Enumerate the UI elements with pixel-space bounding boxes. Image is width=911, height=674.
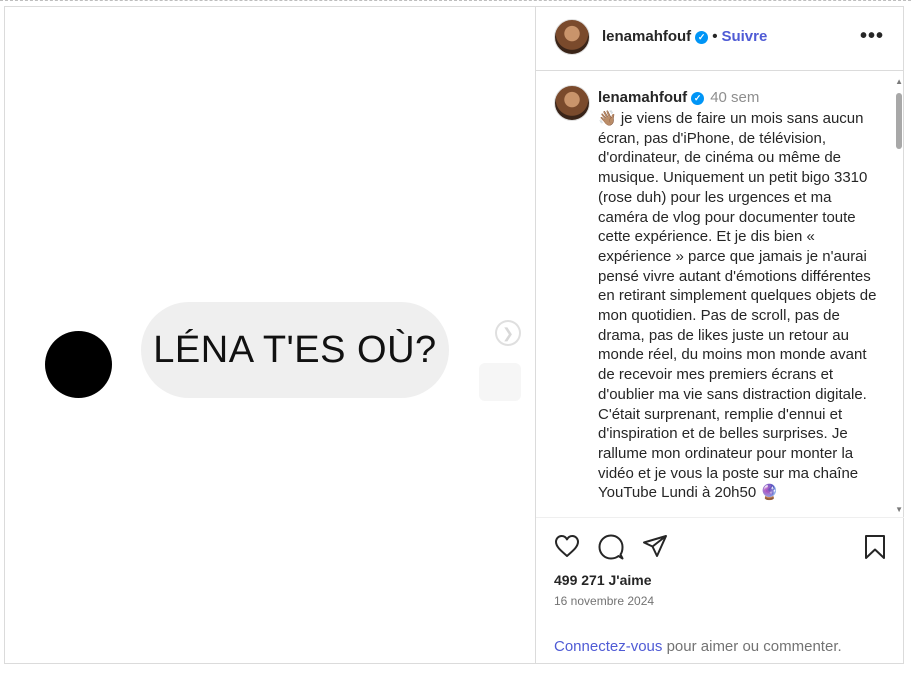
chevron-right-icon: ❯: [502, 324, 514, 341]
login-prompt: Connectez-vous pour aimer ou commenter.: [554, 638, 842, 655]
post-media: LÉNA T'ES OÙ? ❯: [5, 7, 536, 663]
header-user-line: lenamahfouf ✓ • Suivre: [602, 28, 767, 45]
scroll-up-arrow-icon[interactable]: ▲: [895, 77, 903, 86]
faint-overlay: [479, 363, 521, 401]
message-bubble: LÉNA T'ES OÙ?: [141, 302, 449, 398]
login-prompt-text: pour aimer ou commenter.: [662, 638, 842, 655]
caption-area: lenamahfouf ✓ 40 sem 👋🏽 je viens de faire …: [536, 71, 904, 517]
verified-badge-icon: ✓: [695, 31, 709, 44]
separator-dot: •: [712, 28, 718, 45]
login-link[interactable]: Connectez-vous: [554, 638, 662, 655]
verified-badge-icon: ✓: [691, 92, 705, 105]
bookmark-icon[interactable]: [864, 534, 886, 560]
black-circle-avatar: [45, 331, 112, 398]
message-bubble-text: LÉNA T'ES OÙ?: [153, 328, 437, 371]
follow-button[interactable]: Suivre: [721, 28, 767, 45]
header-username[interactable]: lenamahfouf: [602, 28, 691, 45]
comment-icon[interactable]: [598, 534, 624, 560]
page-top-border: [0, 0, 911, 1]
post-header: lenamahfouf ✓ • Suivre •••: [536, 7, 904, 71]
scroll-thumb[interactable]: [896, 93, 902, 149]
likes-count[interactable]: 499 271 J'aime: [554, 572, 652, 588]
post-actions: 499 271 J'aime 16 novembre 2024 Connecte…: [536, 517, 904, 664]
more-options-icon[interactable]: •••: [860, 25, 884, 48]
post-dialog: LÉNA T'ES OÙ? ❯ lenamahfouf ✓ • Suivre ••• …: [4, 6, 904, 664]
caption-time[interactable]: 40 sem: [710, 89, 759, 106]
next-media-button[interactable]: ❯: [495, 320, 521, 346]
caption-scrollbar[interactable]: ▲ ▼: [894, 77, 904, 517]
share-icon[interactable]: [642, 534, 668, 558]
caption-text: 👋🏽 je viens de faire un mois sans aucun …: [598, 110, 881, 502]
caption-header: lenamahfouf ✓ 40 sem: [598, 89, 759, 106]
profile-avatar[interactable]: [554, 19, 590, 55]
caption-avatar[interactable]: [554, 85, 590, 121]
scroll-down-arrow-icon[interactable]: ▼: [895, 505, 903, 514]
caption-username[interactable]: lenamahfouf: [598, 89, 687, 106]
post-date: 16 novembre 2024: [554, 594, 655, 608]
heart-icon[interactable]: [554, 534, 580, 558]
post-sidebar: lenamahfouf ✓ • Suivre ••• lenamahfouf ✓ 40 s…: [536, 7, 904, 663]
